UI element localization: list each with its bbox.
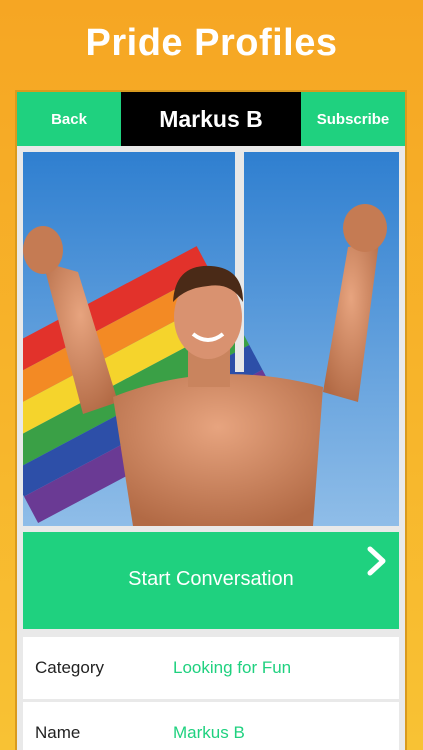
detail-label: Category	[35, 658, 104, 677]
navbar: Back Markus B Subscribe	[17, 92, 405, 146]
detail-value: Looking for Fun	[173, 658, 292, 677]
profile-photo-image	[23, 152, 399, 526]
profile-title: Markus B	[121, 92, 301, 146]
back-button[interactable]: Back	[17, 92, 121, 146]
phone-screen: Back Markus B Subscribe Start Conversati…	[15, 90, 407, 750]
detail-row-category: Category Looking for Fun	[23, 637, 399, 699]
chevron-right-icon	[367, 546, 386, 576]
detail-value: Markus B	[173, 723, 245, 742]
subscribe-button[interactable]: Subscribe	[301, 92, 405, 146]
start-conversation-label: Start Conversation	[128, 568, 294, 590]
start-conversation-button[interactable]: Start Conversation	[23, 532, 399, 629]
promo-title: Pride Profiles	[85, 22, 338, 64]
detail-label: Name	[35, 723, 81, 742]
detail-row-name: Name Markus B	[23, 702, 399, 750]
profile-photo	[23, 152, 399, 526]
